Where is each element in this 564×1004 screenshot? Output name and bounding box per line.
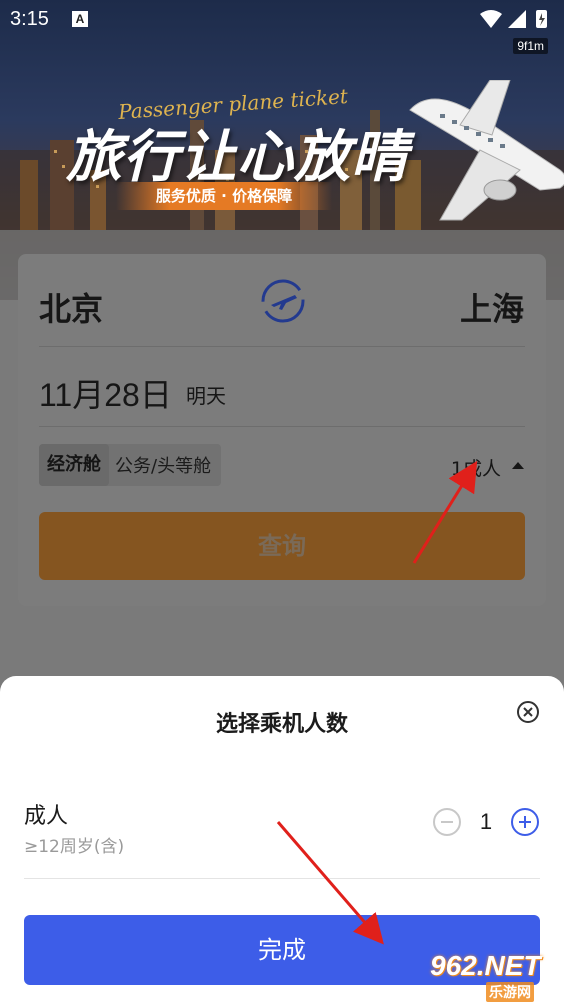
signal-icon xyxy=(508,10,526,28)
departure-date-note: 明天 xyxy=(186,384,226,408)
caret-up-icon xyxy=(512,462,524,469)
airplane-image xyxy=(409,80,564,221)
fps-badge: 9f1m xyxy=(513,38,548,54)
adult-label: 成人 xyxy=(24,804,69,829)
sheet-title: 选择乘机人数 xyxy=(215,712,348,737)
search-button[interactable]: 查询 xyxy=(39,512,525,580)
banner-headline: 旅行让心放晴 xyxy=(66,125,408,190)
sheet-divider xyxy=(24,878,540,879)
flight-search-card: 北京 上海 11月28日 明天 经济舱 公务/头等舱 1成人 查询 xyxy=(18,254,546,606)
adult-count: 1 xyxy=(479,809,493,834)
banner-ribbon: 服务优质 · 价格保障 xyxy=(116,182,332,210)
wifi-icon xyxy=(480,10,502,28)
departure-city[interactable]: 北京 xyxy=(39,284,103,330)
card-divider xyxy=(39,426,525,427)
decrease-adult-button[interactable] xyxy=(432,807,462,837)
status-icons xyxy=(480,10,547,28)
close-icon[interactable] xyxy=(516,700,540,724)
site-watermark: 962.NET 乐游网 xyxy=(424,948,564,1004)
watermark-subtitle: 乐游网 xyxy=(486,982,534,1002)
status-bar: 3:15 A xyxy=(0,0,564,38)
card-divider xyxy=(39,346,525,347)
watermark-logo: 962.NET xyxy=(430,950,541,981)
swap-cities-icon[interactable] xyxy=(260,278,306,324)
cabin-business-tab[interactable]: 公务/头等舱 xyxy=(115,452,211,478)
cabin-economy-tab[interactable]: 经济舱 xyxy=(39,444,109,486)
departure-date[interactable]: 11月28日 xyxy=(39,370,172,416)
status-time: 3:15 xyxy=(10,8,49,30)
passenger-count-selector[interactable]: 1成人 xyxy=(451,454,501,481)
notification-icon: A xyxy=(72,11,88,27)
cabin-selector: 经济舱 公务/头等舱 xyxy=(39,444,222,486)
increase-adult-button[interactable] xyxy=(510,807,540,837)
arrival-city[interactable]: 上海 xyxy=(460,284,524,330)
adult-age-note: ≥12周岁(含) xyxy=(24,837,125,857)
